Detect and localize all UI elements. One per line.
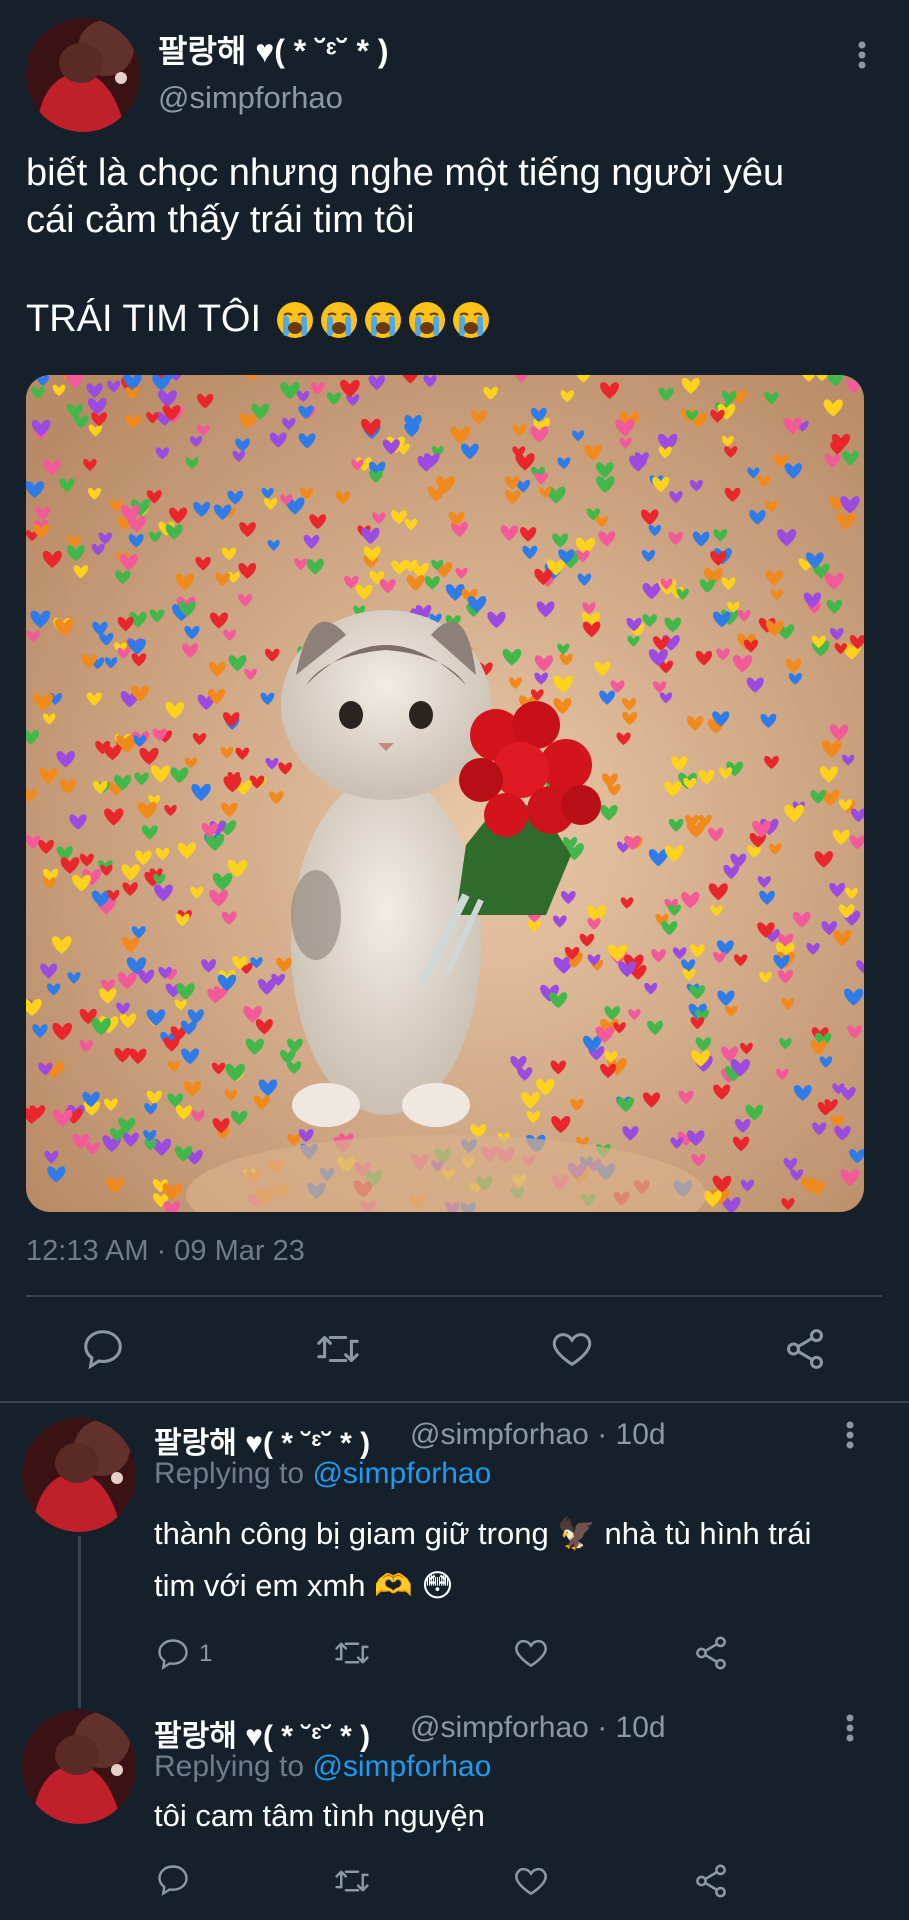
reply-button[interactable]: 1 <box>155 1634 212 1674</box>
reply-display-name[interactable]: 팔랑해 ♥( * ˘ᵋ˘ * ) <box>154 1711 370 1755</box>
replying-to: Replying to @simpforhao <box>154 1457 491 1491</box>
avatar[interactable] <box>22 1418 136 1532</box>
avatar[interactable] <box>26 18 140 132</box>
reply-text-line: tôi cam tâm tình nguyện <box>154 1798 485 1833</box>
retweet-button[interactable] <box>332 1634 372 1674</box>
share-icon <box>696 1636 726 1670</box>
loudly-crying-face-icon <box>277 301 314 338</box>
reply-handle-time[interactable]: @simpforhao · 10d <box>410 1711 666 1745</box>
tweet-text-shout: TRÁI TIM TÔI <box>26 296 491 343</box>
divider <box>0 1401 909 1403</box>
reply-icon <box>158 1639 188 1670</box>
retweet-icon <box>317 1335 359 1363</box>
heart-icon <box>552 1333 592 1367</box>
tweet-text: biết là chọc nhưng nghe một tiếng người … <box>26 150 886 244</box>
replying-to-link[interactable]: @simpforhao <box>312 1457 491 1490</box>
tweet-text-line: cái cảm thấy trái tim tôi <box>26 199 415 241</box>
loudly-crying-face-icon <box>365 301 402 338</box>
loudly-crying-face-icon <box>321 301 358 338</box>
share-button[interactable] <box>692 1862 730 1900</box>
avatar[interactable] <box>22 1710 136 1824</box>
retweet-button[interactable] <box>313 1326 363 1372</box>
reply-text: thành công bị giam giữ trong 🦅 nhà tù hì… <box>154 1508 894 1612</box>
reply-text-line: tim với em xmh 🫶 😳 <box>154 1568 454 1603</box>
reply-button[interactable] <box>155 1862 191 1898</box>
share-icon <box>786 1329 824 1369</box>
share-icon <box>696 1864 726 1898</box>
reply-handle-time[interactable]: @simpforhao · 10d <box>410 1418 666 1452</box>
retweet-icon <box>335 1870 369 1892</box>
share-button[interactable] <box>782 1326 828 1372</box>
divider <box>26 1295 882 1297</box>
reply-text-line: thành công bị giam giữ trong 🦅 nhà tù hì… <box>154 1516 812 1551</box>
more-options-icon[interactable] <box>852 40 872 70</box>
heart-icon <box>515 1867 547 1896</box>
reply-icon <box>84 1330 122 1370</box>
heart-icon <box>515 1639 547 1668</box>
replying-to-label: Replying to <box>154 1457 305 1490</box>
retweet-button[interactable] <box>332 1862 372 1900</box>
author-display-name[interactable]: 팔랑해 ♥( * ˘ᵋ˘ * ) <box>158 26 389 72</box>
loudly-crying-face-icon <box>409 301 446 338</box>
like-button[interactable] <box>549 1326 595 1372</box>
reply-count: 1 <box>199 1640 213 1667</box>
more-options-icon[interactable] <box>840 1713 860 1743</box>
replying-to-label: Replying to <box>154 1750 305 1783</box>
author-handle[interactable]: @simpforhao <box>158 80 343 116</box>
share-button[interactable] <box>692 1634 730 1672</box>
more-options-icon[interactable] <box>840 1420 860 1450</box>
reply-icon <box>158 1865 188 1896</box>
tweet-text-line: TRÁI TIM TÔI <box>26 298 262 340</box>
loudly-crying-face-icon <box>453 301 490 338</box>
tweet-media-image[interactable] <box>26 375 864 1212</box>
emoji-group <box>275 300 491 340</box>
reply-text: tôi cam tâm tình nguyện <box>154 1790 894 1842</box>
thread-connector-line <box>78 1536 81 1708</box>
like-button[interactable] <box>512 1862 550 1900</box>
tweet-timestamp[interactable]: 12:13 AM · 09 Mar 23 <box>26 1235 305 1268</box>
tweet-text-line: biết là chọc nhưng nghe một tiếng người … <box>26 152 785 194</box>
reply-display-name[interactable]: 팔랑해 ♥( * ˘ᵋ˘ * ) <box>154 1418 370 1462</box>
replying-to-link[interactable]: @simpforhao <box>312 1750 491 1783</box>
replying-to: Replying to @simpforhao <box>154 1750 491 1784</box>
retweet-icon <box>335 1642 369 1664</box>
like-button[interactable] <box>512 1634 550 1672</box>
reply-button[interactable] <box>80 1326 126 1372</box>
